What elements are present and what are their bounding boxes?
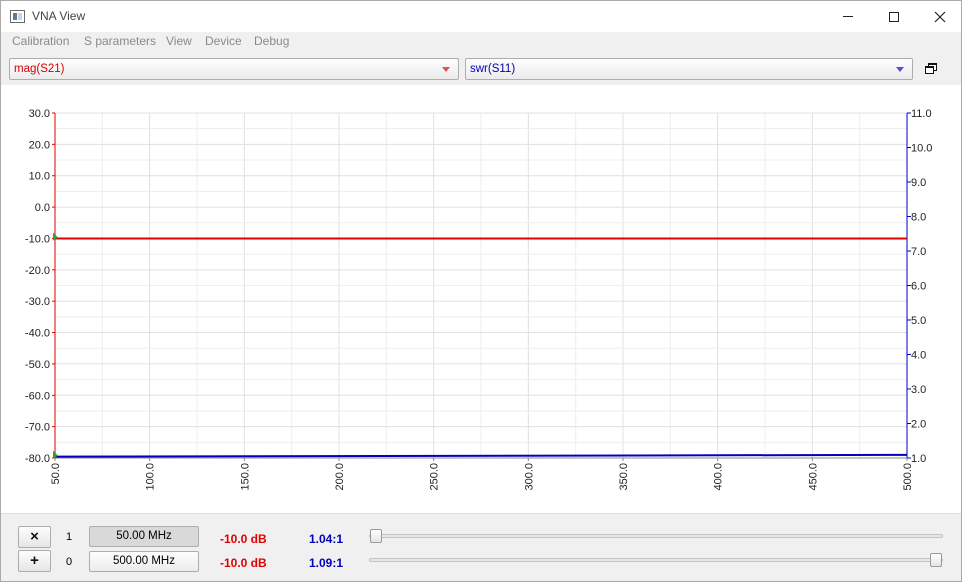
- menu-calibration[interactable]: Calibration: [12, 34, 69, 48]
- x-tick-label: 400.0: [713, 463, 725, 491]
- trace-toolbar: mag(S21) swr(S11): [1, 52, 961, 85]
- chevron-down-icon: [896, 67, 904, 72]
- x-tick-label: 350.0: [618, 463, 630, 491]
- menu-view[interactable]: View: [166, 34, 192, 48]
- trace2-value: swr(S11): [470, 63, 516, 75]
- window-title: VNA View: [32, 9, 86, 23]
- x-tick-label: 450.0: [807, 463, 819, 491]
- marker-swr-value: 1.04:1: [309, 532, 344, 546]
- chart-svg[interactable]: 30.0 20.0 10.0 0.0 -10.0 -20.0 -30.0 -40.0 -50.0…: [1, 85, 961, 513]
- close-button[interactable]: [917, 1, 961, 32]
- app-icon: [10, 10, 25, 23]
- series-swr-s11-line: [54, 453, 908, 458]
- left-tick-label: -50.0: [25, 359, 50, 371]
- minimize-button[interactable]: [825, 1, 871, 32]
- left-tick-label: -30.0: [25, 296, 50, 308]
- menu-bar: Calibration S parameters View Device Deb…: [1, 32, 961, 52]
- left-tick-label: 30.0: [29, 108, 50, 120]
- minimize-icon: [843, 16, 853, 17]
- marker-freq-field[interactable]: 500.00 MHz: [89, 551, 199, 572]
- right-tick-label: 6.0: [911, 281, 926, 293]
- slider-handle[interactable]: [370, 529, 382, 543]
- right-tick-label: 2.0: [911, 419, 926, 431]
- plot-area[interactable]: 30.0 20.0 10.0 0.0 -10.0 -20.0 -30.0 -40.0 -50.0…: [1, 85, 961, 513]
- slider-handle[interactable]: [930, 553, 942, 567]
- maximize-icon: [889, 11, 899, 22]
- maximize-button[interactable]: [871, 1, 917, 32]
- left-tick-label: -60.0: [25, 390, 50, 402]
- marker-slider[interactable]: [369, 553, 943, 567]
- title-bar: VNA View: [1, 1, 961, 32]
- right-tick-label: 10.0: [911, 143, 932, 155]
- app-window: VNA View Calibration S parameters View D…: [0, 0, 962, 582]
- left-tick-label: -80.0: [25, 453, 50, 465]
- add-marker-button[interactable]: +: [18, 550, 51, 572]
- right-tick-label: 5.0: [911, 315, 926, 327]
- marker-db-value: -10.0 dB: [220, 532, 267, 546]
- x-tick-label: 200.0: [334, 463, 346, 491]
- trace1-value: mag(S21): [14, 63, 65, 75]
- right-tick-label: 7.0: [911, 246, 926, 258]
- x-tick-label: 150.0: [239, 463, 251, 491]
- marker-panel: × 1 50.00 MHz -10.0 dB 1.04:1 + 0 500.00…: [1, 513, 961, 581]
- marker-swr-value: 1.09:1: [309, 556, 344, 570]
- right-tick-label: 8.0: [911, 212, 926, 224]
- right-tick-label: 9.0: [911, 177, 926, 189]
- x-tick-label: 250.0: [429, 463, 441, 491]
- marker-db-value: -10.0 dB: [220, 556, 267, 570]
- marker-index: 0: [66, 556, 73, 568]
- marker-index: 1: [66, 531, 73, 543]
- right-tick-label: 3.0: [911, 384, 926, 396]
- right-tick-label: 4.0: [911, 350, 926, 362]
- x-tick-label: 100.0: [145, 463, 157, 491]
- trace1-select[interactable]: mag(S21): [9, 58, 459, 80]
- marker-slider[interactable]: [369, 529, 943, 543]
- x-tick-label: 50.0: [50, 463, 62, 484]
- close-icon: [934, 11, 946, 22]
- x-tick-label: 500.0: [902, 463, 914, 491]
- marker-freq-field[interactable]: 50.00 MHz: [89, 526, 199, 547]
- left-tick-label: 0.0: [35, 202, 50, 214]
- x-tick-label: 300.0: [523, 463, 535, 491]
- right-tick-label: 11.0: [911, 108, 932, 120]
- left-tick-label: -40.0: [25, 328, 50, 340]
- trace2-select[interactable]: swr(S11): [465, 58, 913, 80]
- left-tick-label: -70.0: [25, 422, 50, 434]
- menu-s-parameters[interactable]: S parameters: [84, 34, 156, 48]
- left-tick-label: 10.0: [29, 171, 50, 183]
- menu-device[interactable]: Device: [205, 34, 242, 48]
- popout-window-icon[interactable]: [925, 62, 939, 76]
- left-tick-label: -10.0: [25, 233, 50, 245]
- menu-debug[interactable]: Debug: [254, 34, 289, 48]
- left-tick-label: 20.0: [29, 139, 50, 151]
- chevron-down-icon: [442, 67, 450, 72]
- remove-marker-button[interactable]: ×: [18, 526, 51, 548]
- left-tick-label: -20.0: [25, 265, 50, 277]
